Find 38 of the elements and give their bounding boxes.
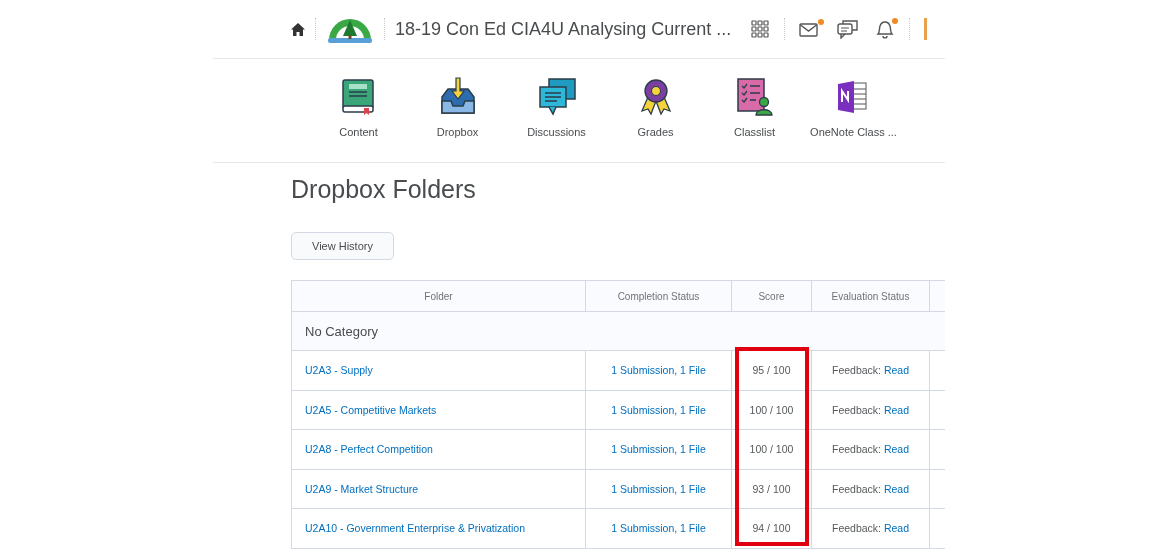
column-header: Folder: [291, 280, 586, 312]
page-heading: Dropbox Folders: [291, 175, 477, 205]
folder-link[interactable]: U2A3 - Supply: [305, 364, 373, 377]
read-link[interactable]: Read: [883, 364, 910, 377]
feedback-label: Feedback:: [831, 443, 881, 456]
nav-tool-link[interactable]: Classlist: [705, 77, 804, 138]
nav-tool-link[interactable]: OneNote Class ...: [804, 77, 903, 138]
apps-grid-icon[interactable]: [751, 19, 771, 39]
home-icon[interactable]: [291, 22, 305, 36]
folder-link[interactable]: U2A9 - Market Structure: [305, 482, 419, 495]
read-link[interactable]: Read: [883, 443, 910, 456]
column-header: Score: [731, 280, 812, 312]
checklist-person-icon: [734, 77, 775, 117]
feedback-label: Feedback:: [831, 364, 881, 377]
column-header: Evaluation Status: [811, 280, 930, 312]
score-cell: 100 / 100: [731, 429, 812, 469]
nav-tool-link[interactable]: Content: [309, 77, 408, 138]
nav-tool-link[interactable]: Grades: [606, 77, 705, 138]
nav-tool-link[interactable]: Discussions: [507, 77, 606, 138]
column-header: Completion Status: [585, 280, 732, 312]
score-cell: 94 / 100: [731, 508, 812, 548]
feedback-label: Feedback:: [831, 522, 881, 535]
speech-bubbles-icon: [536, 77, 577, 117]
bell-icon[interactable]: [875, 18, 896, 40]
feedback-label: Feedback:: [831, 482, 881, 495]
chat-icon[interactable]: [837, 19, 860, 39]
score-cell: 100 / 100: [731, 390, 812, 430]
folder-link[interactable]: U2A8 - Perfect Competition: [305, 443, 433, 456]
score-cell: 93 / 100: [731, 469, 812, 509]
course-title[interactable]: 18-19 Con Ed CIA4U Analysing Current ...: [395, 18, 732, 40]
folder-link[interactable]: U2A5 - Competitive Markets: [305, 403, 437, 416]
nav-tool-link[interactable]: Dropbox: [408, 77, 507, 138]
read-link[interactable]: Read: [883, 522, 910, 535]
view-history-button[interactable]: View History: [291, 232, 394, 260]
read-link[interactable]: Read: [883, 482, 910, 495]
feedback-label: Feedback:: [831, 403, 881, 416]
read-link[interactable]: Read: [883, 403, 910, 416]
category-row: No Category: [291, 311, 945, 351]
